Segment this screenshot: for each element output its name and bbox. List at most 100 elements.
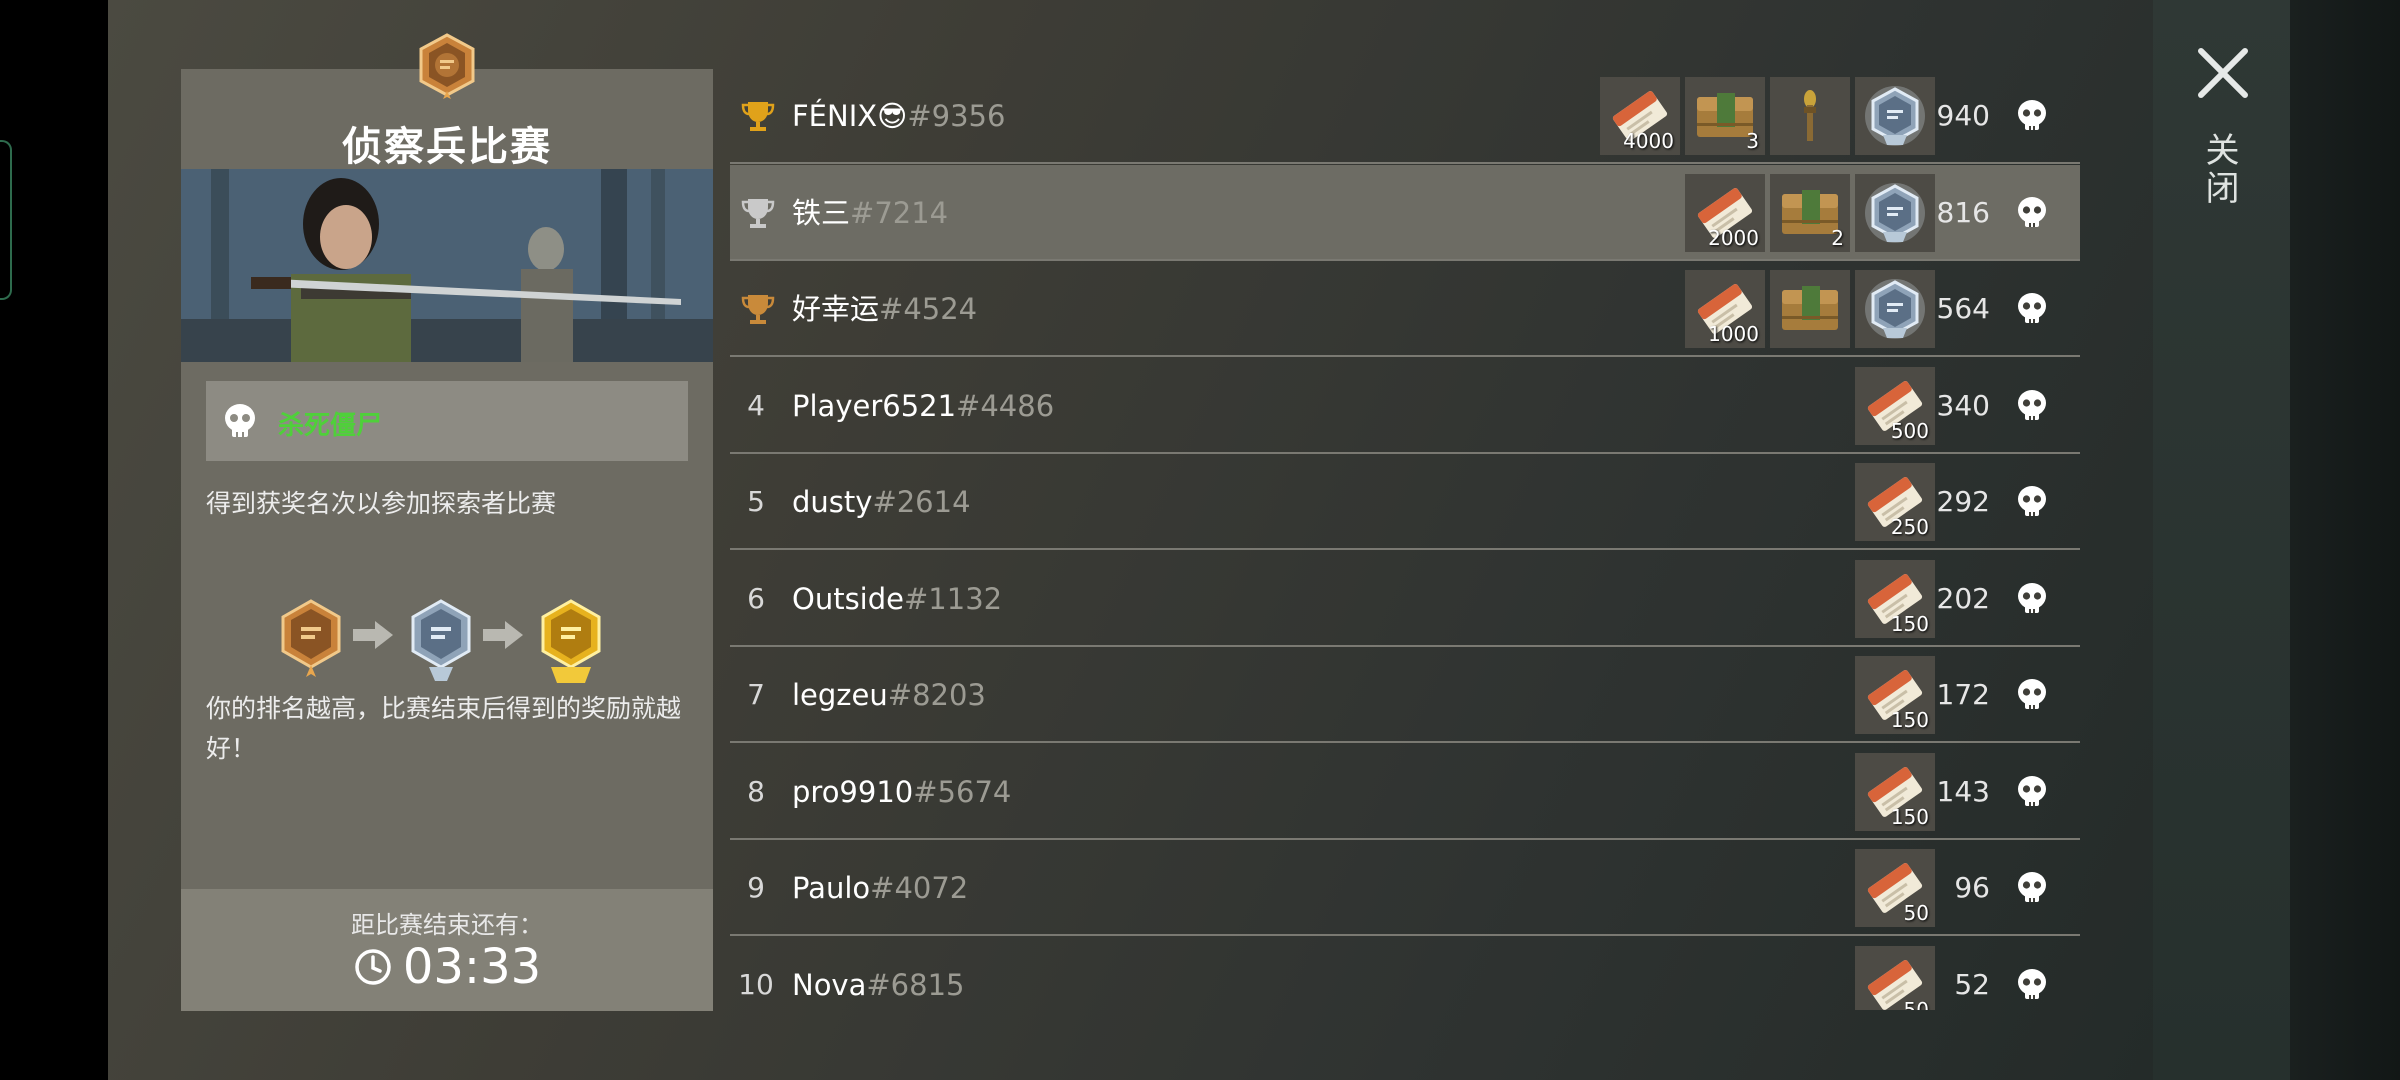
reward-quantity: 150 bbox=[1890, 612, 1929, 636]
reward-ticket[interactable]: 150 bbox=[1855, 656, 1935, 734]
leaderboard-row[interactable]: 铁三#7214 2000 2 816 bbox=[730, 165, 2080, 261]
leaderboard-row[interactable]: 10 Nova#6815 50 52 bbox=[730, 937, 2080, 1010]
skull-icon bbox=[2018, 293, 2046, 323]
reward-quantity: 150 bbox=[1890, 708, 1929, 732]
rank-number: 8 bbox=[747, 775, 765, 808]
rank-hint-text: 你的排名越高，比赛结束后得到的奖励就越好！ bbox=[206, 694, 682, 763]
player-score: 96 bbox=[1954, 871, 1990, 904]
player-name: Player6521#4486 bbox=[792, 358, 1054, 454]
edge-gesture-indicator bbox=[0, 140, 12, 300]
player-score: 52 bbox=[1954, 968, 1990, 1001]
leaderboard-row[interactable]: 9 Paulo#4072 50 96 bbox=[730, 840, 2080, 936]
reward-crate[interactable] bbox=[1770, 270, 1850, 348]
leaderboard-row[interactable]: 4 Player6521#4486 500 340 bbox=[730, 358, 2080, 454]
silver-medal-icon bbox=[1865, 86, 1925, 146]
reward-quantity: 3 bbox=[1746, 129, 1759, 153]
clock-icon bbox=[355, 949, 391, 985]
player-score: 940 bbox=[1936, 99, 1990, 132]
leaderboard-row[interactable]: FÉNIX😎#9356 4000 3 940 bbox=[730, 68, 2080, 164]
survivor-artwork bbox=[181, 169, 713, 362]
reward-quantity: 4000 bbox=[1623, 129, 1674, 153]
reward-ticket[interactable]: 150 bbox=[1855, 753, 1935, 831]
arrow-right-icon bbox=[353, 621, 393, 649]
skull-icon bbox=[2018, 100, 2046, 130]
rank-number: 4 bbox=[747, 389, 765, 422]
skull-icon bbox=[2018, 486, 2046, 516]
skull-icon bbox=[2018, 583, 2046, 613]
reward-quantity: 500 bbox=[1890, 419, 1929, 443]
rank-number: 9 bbox=[747, 871, 765, 904]
right-edge bbox=[2290, 0, 2400, 1080]
leaderboard-row[interactable]: 8 pro9910#5674 150 143 bbox=[730, 744, 2080, 840]
skull-icon bbox=[225, 404, 255, 437]
player-score: 340 bbox=[1936, 389, 1990, 422]
game-screen: 侦察兵比赛 杀死僵尸 得到获奖名次以参加探索者比赛 你的排名越高，比赛结束后得到… bbox=[0, 0, 2400, 1080]
reward-quantity: 2000 bbox=[1708, 226, 1759, 250]
skull-icon bbox=[2018, 197, 2046, 227]
row-divider bbox=[730, 162, 2080, 164]
reward-silver-medal[interactable] bbox=[1855, 270, 1935, 348]
player-name: legzeu#8203 bbox=[792, 647, 986, 743]
close-icon[interactable] bbox=[2195, 45, 2251, 101]
rank-number: 7 bbox=[747, 678, 765, 711]
reward-silver-medal[interactable] bbox=[1855, 77, 1935, 155]
skull-icon bbox=[2018, 679, 2046, 709]
player-name-text: Nova bbox=[792, 968, 867, 1002]
leaderboard-row[interactable]: 5 dusty#2614 250 292 bbox=[730, 454, 2080, 550]
crate-icon bbox=[1782, 286, 1838, 330]
leaderboard-list[interactable]: FÉNIX😎#9356 4000 3 940 铁三#7214 2000 2 816 好幸运#45… bbox=[730, 68, 2080, 1010]
skull-icon bbox=[2018, 872, 2046, 902]
player-tag: #7214 bbox=[850, 196, 949, 230]
reward-ticket[interactable]: 2000 bbox=[1685, 174, 1765, 252]
reward-silver-medal[interactable] bbox=[1855, 174, 1935, 252]
rank-number: 5 bbox=[747, 485, 765, 518]
player-name-text: dusty bbox=[792, 485, 873, 519]
player-name: pro9910#5674 bbox=[792, 744, 1011, 840]
player-score: 143 bbox=[1936, 775, 1990, 808]
player-tag: #4072 bbox=[870, 871, 969, 905]
reward-ticket[interactable]: 50 bbox=[1855, 946, 1935, 1010]
bronze-medal-icon bbox=[419, 33, 475, 99]
leaderboard-row[interactable]: 7 legzeu#8203 150 172 bbox=[730, 647, 2080, 743]
player-tag: #6815 bbox=[866, 968, 965, 1002]
reward-quantity: 2 bbox=[1831, 226, 1844, 250]
player-tag: #2614 bbox=[872, 485, 971, 519]
event-info-panel: 侦察兵比赛 杀死僵尸 得到获奖名次以参加探索者比赛 你的排名越高，比赛结束后得到… bbox=[181, 33, 713, 1011]
arrow-right-icon bbox=[483, 621, 523, 649]
reward-quantity: 1000 bbox=[1708, 322, 1759, 346]
reward-ticket[interactable]: 150 bbox=[1855, 560, 1935, 638]
reward-quantity: 50 bbox=[1903, 998, 1929, 1010]
gold-trophy-icon bbox=[741, 102, 775, 131]
player-name: 铁三#7214 bbox=[792, 165, 948, 261]
reward-crate[interactable]: 3 bbox=[1685, 77, 1765, 155]
player-score: 202 bbox=[1936, 582, 1990, 615]
leaderboard-row[interactable]: 好幸运#4524 1000 564 bbox=[730, 261, 2080, 357]
close-button-label[interactable]: 关闭 bbox=[2199, 132, 2244, 208]
leaderboard-row[interactable]: 6 Outside#1132 150 202 bbox=[730, 551, 2080, 647]
reward-ticket[interactable]: 4000 bbox=[1600, 77, 1680, 155]
row-divider bbox=[730, 548, 2080, 550]
row-divider bbox=[730, 355, 2080, 357]
player-name: Paulo#4072 bbox=[792, 840, 968, 936]
player-name-text: Paulo bbox=[792, 871, 871, 905]
reward-crate[interactable]: 2 bbox=[1770, 174, 1850, 252]
reward-torch[interactable] bbox=[1770, 77, 1850, 155]
rank-number: 6 bbox=[747, 582, 765, 615]
player-score: 172 bbox=[1936, 678, 1990, 711]
player-tag: #8203 bbox=[887, 678, 986, 712]
goal-box: 杀死僵尸 bbox=[206, 381, 688, 461]
reward-quantity: 250 bbox=[1890, 515, 1929, 539]
reward-ticket[interactable]: 1000 bbox=[1685, 270, 1765, 348]
skull-icon bbox=[2018, 776, 2046, 806]
reward-ticket[interactable]: 500 bbox=[1855, 367, 1935, 445]
event-description: 得到获奖名次以参加探索者比赛 bbox=[206, 489, 557, 518]
player-tag: #4486 bbox=[956, 389, 1055, 423]
skull-icon bbox=[2018, 969, 2046, 999]
reward-ticket[interactable]: 50 bbox=[1855, 849, 1935, 927]
reward-ticket[interactable]: 250 bbox=[1855, 463, 1935, 541]
rank-number: 10 bbox=[738, 968, 774, 1001]
player-name: Outside#1132 bbox=[792, 551, 1002, 647]
timer-value: 03:33 bbox=[402, 939, 542, 995]
bronze-medal-icon bbox=[281, 599, 341, 677]
event-title: 侦察兵比赛 bbox=[342, 124, 552, 170]
